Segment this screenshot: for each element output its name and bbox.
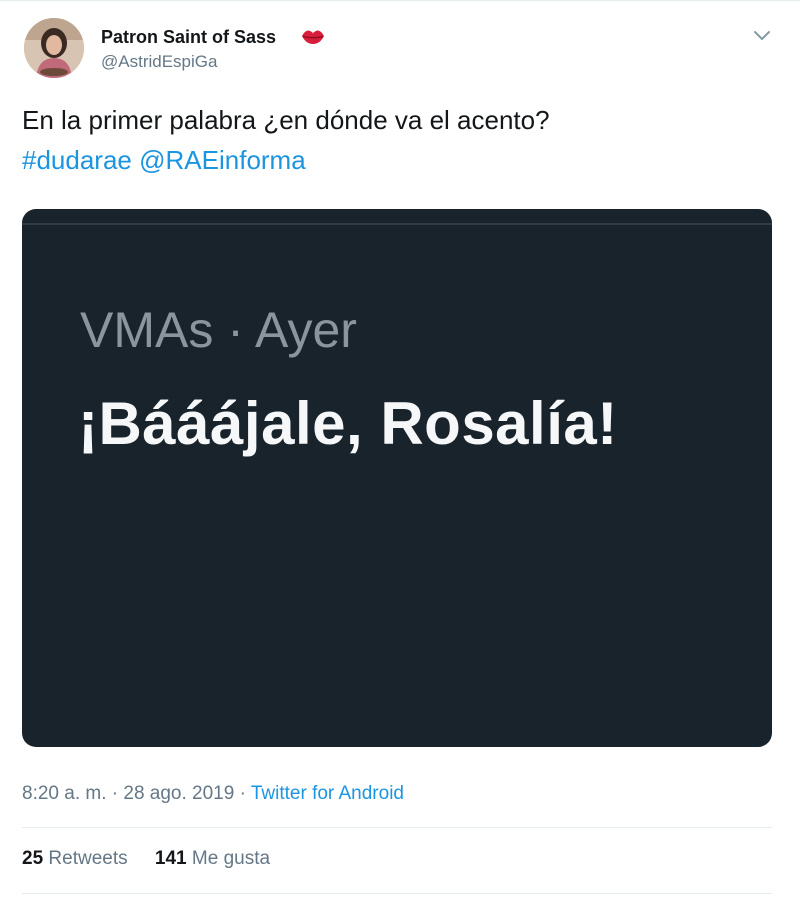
- tweet-timestamp[interactable]: 8:20 a. m. · 28 ago. 2019 ·: [22, 783, 251, 804]
- media-image[interactable]: VMAs · Ayer ¡Báááj​ale, Rosalía!: [22, 209, 772, 747]
- avatar[interactable]: [24, 18, 84, 78]
- avatar-photo: [24, 18, 84, 78]
- likes-stat[interactable]: 141 Me gusta: [155, 847, 270, 871]
- display-name[interactable]: Patron Saint of Sass: [101, 26, 276, 48]
- tweet-stats: 25 Retweets 141 Me gusta: [22, 847, 292, 871]
- retweets-stat[interactable]: 25 Retweets: [22, 847, 128, 871]
- retweets-count: 25: [22, 848, 44, 869]
- divider: [22, 827, 772, 828]
- likes-label: Me gusta: [191, 848, 271, 869]
- author-handle[interactable]: @AstridEspiGa: [101, 51, 217, 73]
- kiss-mark-icon: [302, 30, 324, 44]
- media-meta-text: VMAs · Ayer: [80, 302, 357, 358]
- media-divider: [22, 223, 772, 225]
- tweet-source-link[interactable]: Twitter for Android: [251, 783, 404, 804]
- tweet-text-line: En la primer palabra ¿en dónde va el ace…: [22, 105, 550, 135]
- chevron-down-icon[interactable]: [752, 28, 772, 42]
- hashtag-link[interactable]: #dudarae: [22, 145, 132, 175]
- media-headline: ¡Báááj​ale, Rosalía!: [78, 390, 618, 457]
- divider: [22, 893, 772, 894]
- tweet: Patron Saint of Sass @AstridEspiGa En la…: [0, 0, 800, 897]
- tweet-meta: 8:20 a. m. · 28 ago. 2019 · Twitter for …: [22, 782, 404, 806]
- tweet-text: En la primer palabra ¿en dónde va el ace…: [22, 100, 762, 180]
- top-border: [0, 0, 800, 1]
- retweets-label: Retweets: [48, 848, 128, 869]
- likes-count: 141: [154, 848, 187, 869]
- mention-link[interactable]: @RAEinforma: [139, 145, 306, 175]
